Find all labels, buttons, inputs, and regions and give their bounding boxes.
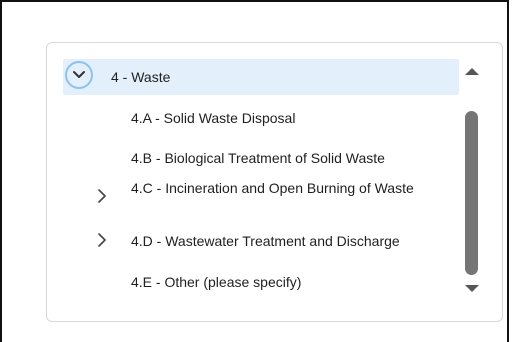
tree-panel: 4 - Waste 4.A - Solid Waste Disposal 4.B… [46,42,503,322]
chevron-right-icon[interactable] [95,233,109,247]
chevron-right-icon[interactable] [95,189,109,203]
scroll-down-arrow-icon[interactable] [465,285,479,292]
tree-node-4e[interactable]: 4.E - Other (please specify) [131,273,451,291]
chevron-down-icon [73,71,85,78]
tree-node-4c[interactable]: 4.C - Incineration and Open Burning of W… [131,179,451,197]
tree-node-label: 4 - Waste [111,69,171,85]
category-tree: 4 - Waste 4.A - Solid Waste Disposal 4.B… [63,59,459,290]
vertical-scrollbar[interactable] [463,63,483,303]
scroll-up-arrow-icon[interactable] [465,68,479,75]
tree-node-4d[interactable]: 4.D - Wastewater Treatment and Discharge [131,232,451,250]
tree-node-4b[interactable]: 4.B - Biological Treatment of Solid Wast… [131,149,451,167]
tree-node-4a[interactable]: 4.A - Solid Waste Disposal [131,109,451,127]
expand-toggle-button[interactable] [65,61,93,89]
tree-node-4-waste[interactable]: 4 - Waste [63,59,459,95]
scroll-thumb[interactable] [465,111,478,275]
